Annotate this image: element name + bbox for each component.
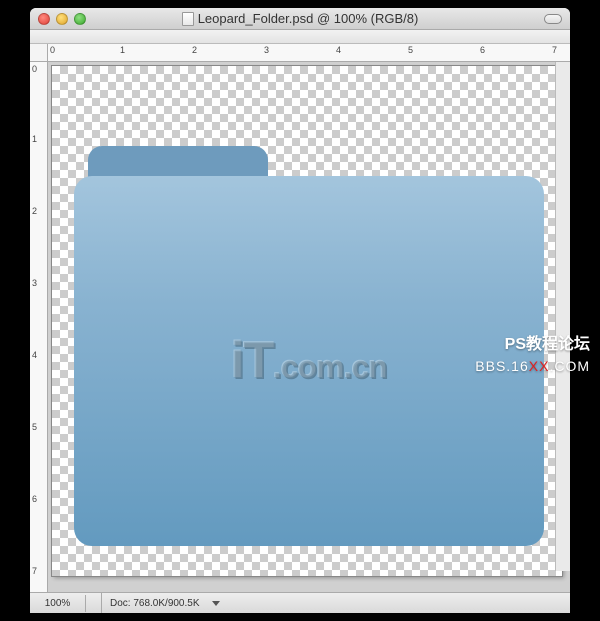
document-title: Leopard_Folder.psd @ 100% (RGB/8) [198, 11, 419, 26]
ruler-h-label: 6 [480, 45, 485, 55]
folder-artwork: iT.com.cn [74, 146, 544, 546]
ruler-v-label: 5 [32, 422, 37, 432]
watermark-text-a: BBS.16 [475, 358, 528, 374]
ruler-h-label: 3 [264, 45, 269, 55]
statusbar-separator [86, 593, 102, 613]
ruler-h-label: 2 [192, 45, 197, 55]
zoom-button[interactable] [74, 13, 86, 25]
close-button[interactable] [38, 13, 50, 25]
watermark-text-xx: XX [529, 358, 550, 374]
document-canvas[interactable]: iT.com.cn [52, 66, 562, 576]
watermark-line1: PS教程论坛 [475, 330, 590, 354]
ruler-h-label: 5 [408, 45, 413, 55]
ruler-origin[interactable] [30, 44, 48, 62]
folder-body-shape: iT.com.cn [74, 176, 544, 546]
ruler-v-label: 0 [32, 64, 37, 74]
statusbar-menu-icon[interactable] [212, 601, 220, 606]
canvas-viewport[interactable]: iT.com.cn [48, 62, 570, 592]
ruler-v-label: 2 [32, 206, 37, 216]
zoom-value[interactable]: 100% [30, 595, 86, 612]
window-toolbar [30, 30, 570, 44]
ruler-v-label: 3 [32, 278, 37, 288]
toolbar-toggle-button[interactable] [544, 14, 562, 24]
watermark-text-b: .COM [549, 358, 590, 374]
vertical-scrollbar[interactable] [555, 62, 570, 571]
doc-info[interactable]: Doc: 768.0K/900.5K [102, 595, 208, 612]
title: Leopard_Folder.psd @ 100% (RGB/8) [30, 11, 570, 26]
page-watermark: PS教程论坛 BBS.16XX.COM [475, 330, 590, 374]
ruler-v-label: 1 [32, 134, 37, 144]
ruler-h-label: 0 [50, 45, 55, 55]
ruler-v-label: 6 [32, 494, 37, 504]
logo-small-text: .com.cn [273, 349, 387, 385]
watermark-line2: BBS.16XX.COM [475, 358, 590, 374]
horizontal-ruler[interactable]: 0 1 2 3 4 5 6 7 [48, 44, 570, 62]
document-icon [182, 12, 194, 26]
logo-big-text: iT [231, 332, 273, 390]
ruler-h-label: 4 [336, 45, 341, 55]
vertical-ruler[interactable]: 0 1 2 3 4 5 6 7 [30, 62, 48, 592]
ruler-h-label: 1 [120, 45, 125, 55]
titlebar[interactable]: Leopard_Folder.psd @ 100% (RGB/8) [30, 8, 570, 30]
photoshop-document-window: Leopard_Folder.psd @ 100% (RGB/8) 0 1 2 … [30, 8, 570, 613]
status-bar: 100% Doc: 768.0K/900.5K [30, 592, 570, 613]
ruler-h-label: 7 [552, 45, 557, 55]
ruler-v-label: 4 [32, 350, 37, 360]
window-controls [38, 13, 86, 25]
ruler-v-label: 7 [32, 566, 37, 576]
watermark-logo: iT.com.cn [231, 331, 387, 391]
workspace: 0 1 2 3 4 5 6 7 0 1 2 3 4 5 6 7 [30, 44, 570, 592]
minimize-button[interactable] [56, 13, 68, 25]
